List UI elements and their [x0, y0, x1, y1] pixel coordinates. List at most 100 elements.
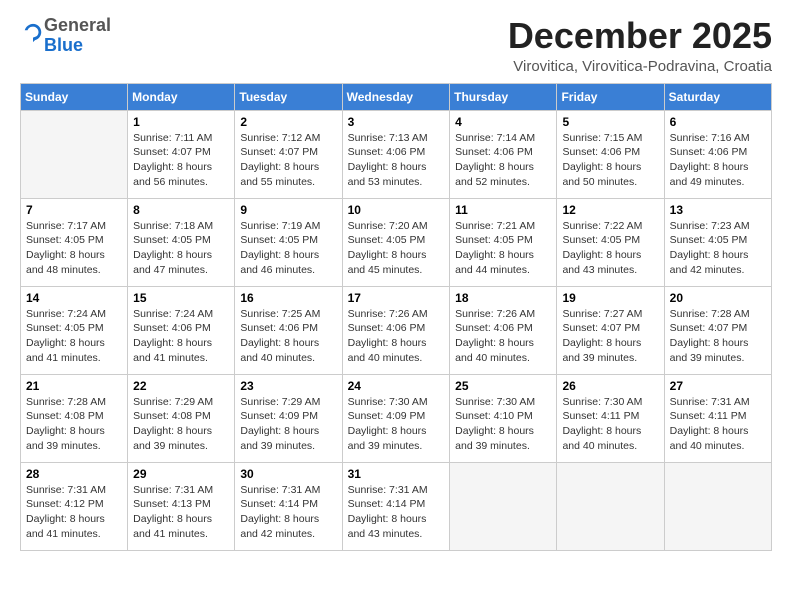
calendar-cell: 18Sunrise: 7:26 AMSunset: 4:06 PMDayligh… — [450, 286, 557, 374]
day-info: Sunrise: 7:18 AMSunset: 4:05 PMDaylight:… — [133, 219, 229, 278]
week-row-4: 21 Sunrise: 7:28 AMSunset: 4:08 PMDayligh… — [21, 374, 772, 462]
header: General Blue December 2025 Virovitica, V… — [20, 16, 772, 75]
calendar-cell — [664, 462, 771, 550]
week-row-2: 7 Sunrise: 7:17 AMSunset: 4:05 PMDaylight… — [21, 198, 772, 286]
calendar-cell: 4 Sunrise: 7:14 AMSunset: 4:06 PMDaylight… — [450, 110, 557, 198]
day-number: 5 — [562, 115, 658, 129]
day-info: Sunrise: 7:16 AMSunset: 4:06 PMDaylight:… — [670, 131, 766, 190]
calendar-cell: 19 Sunrise: 7:27 AMSunset: 4:07 PMDayligh… — [557, 286, 664, 374]
day-info: Sunrise: 7:31 AMSunset: 4:14 PMDaylight:… — [240, 483, 336, 542]
day-number: 7 — [26, 203, 122, 217]
calendar-cell: 9 Sunrise: 7:19 AMSunset: 4:05 PMDaylight… — [235, 198, 342, 286]
day-info: Sunrise: 7:30 AMSunset: 4:10 PMDaylight:… — [455, 395, 551, 454]
day-number: 15 — [133, 291, 229, 305]
day-info: Sunrise: 7:22 AMSunset: 4:05 PMDaylight:… — [562, 219, 658, 278]
calendar-cell: 29 Sunrise: 7:31 AMSunset: 4:13 PMDayligh… — [128, 462, 235, 550]
day-info: Sunrise: 7:27 AMSunset: 4:07 PMDaylight:… — [562, 307, 658, 366]
day-number: 2 — [240, 115, 336, 129]
calendar-cell: 31Sunrise: 7:31 AMSunset: 4:14 PMDayligh… — [342, 462, 450, 550]
day-number: 14 — [26, 291, 122, 305]
weekday-header-row: SundayMondayTuesdayWednesdayThursdayFrid… — [21, 83, 772, 110]
calendar-cell: 15Sunrise: 7:24 AMSunset: 4:06 PMDayligh… — [128, 286, 235, 374]
day-number: 20 — [670, 291, 766, 305]
logo-general: General — [44, 15, 111, 35]
calendar-cell: 14 Sunrise: 7:24 AMSunset: 4:05 PMDayligh… — [21, 286, 128, 374]
calendar-cell: 3 Sunrise: 7:13 AMSunset: 4:06 PMDaylight… — [342, 110, 450, 198]
calendar-cell: 11Sunrise: 7:21 AMSunset: 4:05 PMDayligh… — [450, 198, 557, 286]
calendar-cell — [21, 110, 128, 198]
day-info: Sunrise: 7:31 AMSunset: 4:12 PMDaylight:… — [26, 483, 122, 542]
weekday-header-saturday: Saturday — [664, 83, 771, 110]
calendar-cell: 23Sunrise: 7:29 AMSunset: 4:09 PMDayligh… — [235, 374, 342, 462]
day-info: Sunrise: 7:28 AMSunset: 4:07 PMDaylight:… — [670, 307, 766, 366]
calendar-cell: 21 Sunrise: 7:28 AMSunset: 4:08 PMDayligh… — [21, 374, 128, 462]
day-number: 19 — [562, 291, 658, 305]
week-row-1: 1Sunrise: 7:11 AMSunset: 4:07 PMDaylight… — [21, 110, 772, 198]
day-info: Sunrise: 7:17 AMSunset: 4:05 PMDaylight:… — [26, 219, 122, 278]
calendar-cell: 26 Sunrise: 7:30 AMSunset: 4:11 PMDayligh… — [557, 374, 664, 462]
day-number: 9 — [240, 203, 336, 217]
day-info: Sunrise: 7:30 AMSunset: 4:11 PMDaylight:… — [562, 395, 658, 454]
day-number: 17 — [348, 291, 445, 305]
day-info: Sunrise: 7:21 AMSunset: 4:05 PMDaylight:… — [455, 219, 551, 278]
calendar-cell: 16Sunrise: 7:25 AMSunset: 4:06 PMDayligh… — [235, 286, 342, 374]
day-info: Sunrise: 7:29 AMSunset: 4:09 PMDaylight:… — [240, 395, 336, 454]
calendar-cell: 5 Sunrise: 7:15 AMSunset: 4:06 PMDaylight… — [557, 110, 664, 198]
calendar-cell: 7 Sunrise: 7:17 AMSunset: 4:05 PMDaylight… — [21, 198, 128, 286]
day-info: Sunrise: 7:31 AMSunset: 4:11 PMDaylight:… — [670, 395, 766, 454]
day-info: Sunrise: 7:28 AMSunset: 4:08 PMDaylight:… — [26, 395, 122, 454]
day-info: Sunrise: 7:23 AMSunset: 4:05 PMDaylight:… — [670, 219, 766, 278]
day-number: 12 — [562, 203, 658, 217]
calendar-cell: 20 Sunrise: 7:28 AMSunset: 4:07 PMDayligh… — [664, 286, 771, 374]
weekday-header-sunday: Sunday — [21, 83, 128, 110]
day-info: Sunrise: 7:15 AMSunset: 4:06 PMDaylight:… — [562, 131, 658, 190]
day-info: Sunrise: 7:11 AMSunset: 4:07 PMDaylight:… — [133, 131, 229, 190]
calendar-cell: 25 Sunrise: 7:30 AMSunset: 4:10 PMDayligh… — [450, 374, 557, 462]
calendar-cell: 22 Sunrise: 7:29 AMSunset: 4:08 PMDayligh… — [128, 374, 235, 462]
calendar-page: General Blue December 2025 Virovitica, V… — [0, 0, 792, 612]
day-info: Sunrise: 7:12 AMSunset: 4:07 PMDaylight:… — [240, 131, 336, 190]
day-number: 27 — [670, 379, 766, 393]
day-number: 25 — [455, 379, 551, 393]
logo-blue: Blue — [44, 35, 83, 55]
day-number: 8 — [133, 203, 229, 217]
day-number: 29 — [133, 467, 229, 481]
calendar-cell: 13 Sunrise: 7:23 AMSunset: 4:05 PMDayligh… — [664, 198, 771, 286]
day-info: Sunrise: 7:19 AMSunset: 4:05 PMDaylight:… — [240, 219, 336, 278]
calendar-cell — [450, 462, 557, 550]
weekday-header-monday: Monday — [128, 83, 235, 110]
day-info: Sunrise: 7:31 AMSunset: 4:14 PMDaylight:… — [348, 483, 445, 542]
day-number: 21 — [26, 379, 122, 393]
day-info: Sunrise: 7:29 AMSunset: 4:08 PMDaylight:… — [133, 395, 229, 454]
day-info: Sunrise: 7:14 AMSunset: 4:06 PMDaylight:… — [455, 131, 551, 190]
day-number: 3 — [348, 115, 445, 129]
day-number: 24 — [348, 379, 445, 393]
calendar-cell: 24Sunrise: 7:30 AMSunset: 4:09 PMDayligh… — [342, 374, 450, 462]
day-number: 13 — [670, 203, 766, 217]
calendar-cell: 10 Sunrise: 7:20 AMSunset: 4:05 PMDayligh… — [342, 198, 450, 286]
day-number: 26 — [562, 379, 658, 393]
day-info: Sunrise: 7:13 AMSunset: 4:06 PMDaylight:… — [348, 131, 445, 190]
week-row-3: 14 Sunrise: 7:24 AMSunset: 4:05 PMDayligh… — [21, 286, 772, 374]
weekday-header-friday: Friday — [557, 83, 664, 110]
calendar-cell: 1Sunrise: 7:11 AMSunset: 4:07 PMDaylight… — [128, 110, 235, 198]
day-number: 6 — [670, 115, 766, 129]
day-number: 4 — [455, 115, 551, 129]
day-info: Sunrise: 7:20 AMSunset: 4:05 PMDaylight:… — [348, 219, 445, 278]
calendar-cell — [557, 462, 664, 550]
day-info: Sunrise: 7:31 AMSunset: 4:13 PMDaylight:… — [133, 483, 229, 542]
day-number: 22 — [133, 379, 229, 393]
calendar-cell: 27 Sunrise: 7:31 AMSunset: 4:11 PMDayligh… — [664, 374, 771, 462]
day-number: 10 — [348, 203, 445, 217]
calendar-cell: 28Sunrise: 7:31 AMSunset: 4:12 PMDayligh… — [21, 462, 128, 550]
weekday-header-tuesday: Tuesday — [235, 83, 342, 110]
calendar-cell: 6 Sunrise: 7:16 AMSunset: 4:06 PMDaylight… — [664, 110, 771, 198]
day-info: Sunrise: 7:24 AMSunset: 4:05 PMDaylight:… — [26, 307, 122, 366]
day-info: Sunrise: 7:26 AMSunset: 4:06 PMDaylight:… — [348, 307, 445, 366]
calendar-cell: 2 Sunrise: 7:12 AMSunset: 4:07 PMDaylight… — [235, 110, 342, 198]
day-info: Sunrise: 7:25 AMSunset: 4:06 PMDaylight:… — [240, 307, 336, 366]
location-subtitle: Virovitica, Virovitica-Podravina, Croati… — [508, 58, 772, 75]
week-row-5: 28Sunrise: 7:31 AMSunset: 4:12 PMDayligh… — [21, 462, 772, 550]
day-number: 18 — [455, 291, 551, 305]
calendar-cell: 8 Sunrise: 7:18 AMSunset: 4:05 PMDaylight… — [128, 198, 235, 286]
